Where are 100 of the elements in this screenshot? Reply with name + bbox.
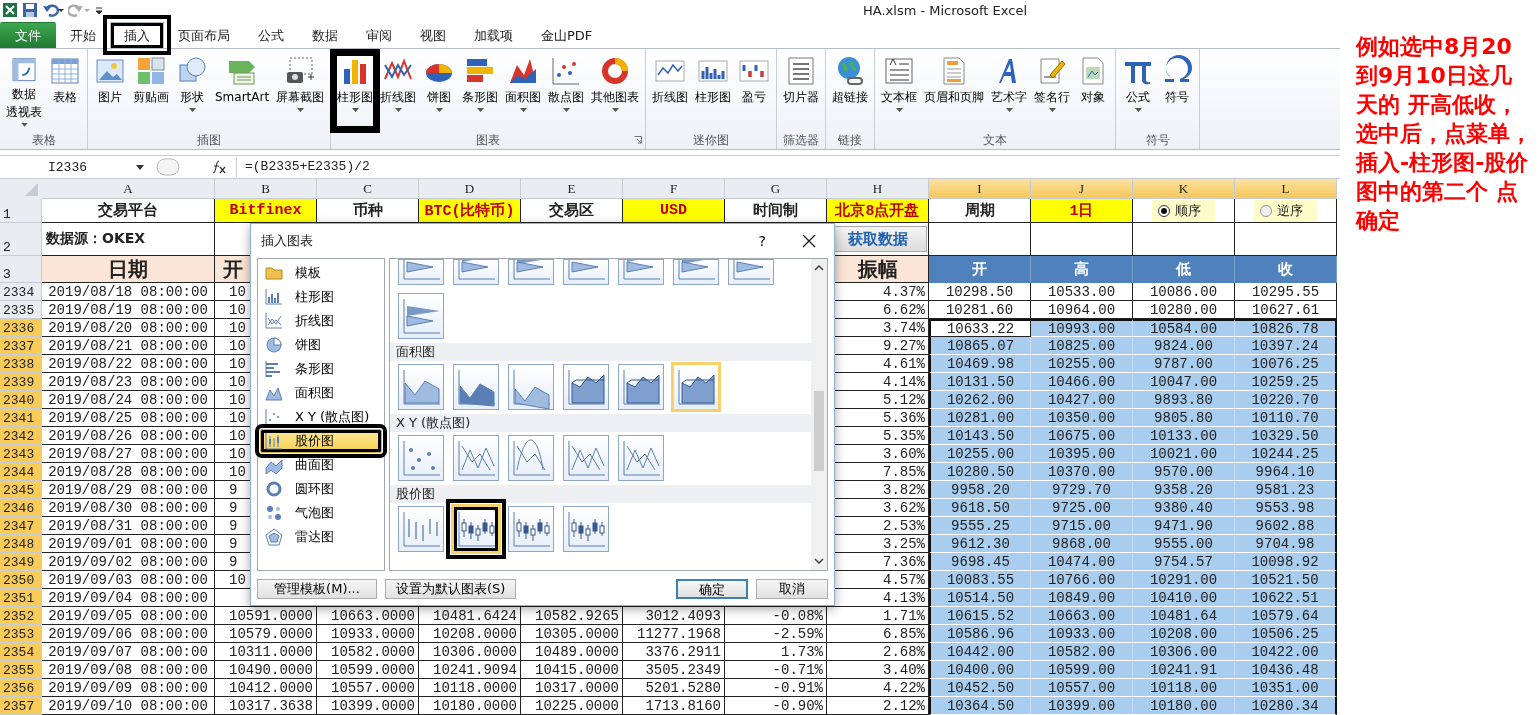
- dialog-launcher-icon[interactable]: [634, 136, 643, 144]
- chart-type-thumbnail[interactable]: [508, 506, 554, 552]
- ribbon-tab[interactable]: 加载项: [460, 22, 527, 48]
- ok-button[interactable]: 确定: [676, 579, 748, 599]
- row-header[interactable]: 2355: [0, 661, 42, 679]
- save-icon[interactable]: [22, 2, 38, 18]
- scroll-down-icon[interactable]: [814, 558, 824, 564]
- column-header[interactable]: G: [725, 179, 827, 199]
- ribbon-button[interactable]: 文本框: [878, 53, 921, 129]
- ribbon-tab[interactable]: 开始: [56, 22, 110, 48]
- row-header[interactable]: 1: [0, 199, 42, 223]
- row-header[interactable]: 2356: [0, 679, 42, 697]
- ribbon-button[interactable]: 柱形图: [692, 53, 735, 129]
- radio-button[interactable]: 顺序: [1152, 199, 1215, 222]
- cancel-button[interactable]: 取消: [756, 579, 828, 599]
- row-header[interactable]: 2349: [0, 553, 42, 571]
- chart-type-thumbnail[interactable]: [563, 259, 609, 285]
- column-header[interactable]: B: [215, 179, 317, 199]
- row-header[interactable]: 2357: [0, 697, 42, 715]
- ribbon-button[interactable]: 公式: [1119, 53, 1158, 129]
- ribbon-button[interactable]: 其他图表: [588, 53, 643, 129]
- row-header[interactable]: 2339: [0, 373, 42, 391]
- row-header[interactable]: 2337: [0, 337, 42, 355]
- ribbon-button[interactable]: 页眉和页脚: [921, 53, 988, 129]
- name-box[interactable]: I2336: [0, 159, 150, 175]
- ribbon-button[interactable]: 表格: [46, 53, 84, 129]
- ribbon-tab[interactable]: 金山PDF: [527, 22, 607, 48]
- ribbon-button[interactable]: 条形图: [459, 53, 502, 129]
- chart-type-thumbnail[interactable]: [453, 364, 499, 410]
- ribbon-button[interactable]: 屏幕截图: [273, 53, 328, 129]
- row-header[interactable]: 2334: [0, 283, 42, 301]
- row-header[interactable]: 2341: [0, 409, 42, 427]
- resize-handle-icon[interactable]: [156, 158, 180, 176]
- chart-type-thumbnail[interactable]: [398, 293, 444, 339]
- column-header[interactable]: H: [827, 179, 929, 199]
- ribbon-button[interactable]: SmartArt: [212, 53, 273, 129]
- column-header[interactable]: D: [419, 179, 521, 199]
- insert-function-icon[interactable]: [210, 160, 226, 174]
- row-header[interactable]: 2354: [0, 643, 42, 661]
- row-header[interactable]: 2352: [0, 607, 42, 625]
- column-header[interactable]: F: [623, 179, 725, 199]
- column-header[interactable]: A: [42, 179, 215, 199]
- ribbon-tab[interactable]: 数据: [298, 22, 352, 48]
- ribbon-tab[interactable]: 页面布局: [164, 22, 244, 48]
- scrollbar-thumb[interactable]: [814, 391, 824, 471]
- ribbon-button[interactable]: 面积图: [502, 53, 545, 129]
- chart-type-thumbnail[interactable]: [618, 259, 664, 285]
- chart-type-thumbnail[interactable]: [563, 435, 609, 481]
- scroll-up-icon[interactable]: [814, 265, 824, 271]
- row-header[interactable]: 3: [0, 256, 42, 283]
- row-header[interactable]: 2348: [0, 535, 42, 553]
- row-header[interactable]: 2: [0, 223, 42, 256]
- ribbon-button[interactable]: 图片: [91, 53, 129, 129]
- row-header[interactable]: 2345: [0, 481, 42, 499]
- ribbon-button[interactable]: 对象: [1074, 53, 1113, 129]
- row-header[interactable]: 2347: [0, 517, 42, 535]
- chart-type-thumbnail[interactable]: [398, 506, 444, 552]
- chart-type-thumbnail[interactable]: [563, 364, 609, 410]
- close-icon[interactable]: [802, 234, 816, 248]
- row-header[interactable]: 2353: [0, 625, 42, 643]
- radio-button[interactable]: 逆序: [1254, 199, 1317, 222]
- column-header[interactable]: J: [1031, 179, 1133, 199]
- column-header[interactable]: C: [317, 179, 419, 199]
- row-header[interactable]: 2342: [0, 427, 42, 445]
- dialog-button[interactable]: 管理模板(M)...: [257, 579, 377, 599]
- chart-type-thumbnail[interactable]: [398, 435, 444, 481]
- chart-type-thumbnail[interactable]: [728, 259, 774, 285]
- help-button[interactable]: ?: [752, 232, 772, 250]
- chart-type-thumbnail[interactable]: [508, 364, 554, 410]
- ribbon-button[interactable]: 剪贴画: [130, 53, 172, 129]
- chart-type-thumbnail[interactable]: [453, 435, 499, 481]
- scrollbar[interactable]: [811, 259, 827, 570]
- chart-type-thumbnail[interactable]: [398, 259, 444, 285]
- ribbon-tab[interactable]: 视图: [406, 22, 460, 48]
- chart-type-thumbnail[interactable]: [398, 364, 444, 410]
- row-header[interactable]: 2346: [0, 499, 42, 517]
- ribbon-button[interactable]: 签名行: [1031, 53, 1074, 129]
- row-header[interactable]: 2340: [0, 391, 42, 409]
- chart-type-thumbnail[interactable]: [508, 259, 554, 285]
- chart-type-thumbnail[interactable]: [563, 506, 609, 552]
- chart-type-thumbnail[interactable]: [618, 435, 664, 481]
- file-menu-tab[interactable]: 文件: [0, 22, 56, 48]
- ribbon-tab[interactable]: 公式: [244, 22, 298, 48]
- chart-type-thumbnail[interactable]: [671, 362, 721, 412]
- row-header[interactable]: 2343: [0, 445, 42, 463]
- ribbon-button[interactable]: 盈亏: [735, 53, 774, 129]
- ribbon-button[interactable]: 超链接: [829, 53, 872, 129]
- row-header[interactable]: 2336: [0, 319, 42, 337]
- row-header[interactable]: 2335: [0, 301, 42, 319]
- formula-field[interactable]: =(B2335+E2335)/2: [236, 157, 1340, 177]
- radio-circle-icon[interactable]: [1260, 204, 1272, 217]
- row-header[interactable]: 2344: [0, 463, 42, 481]
- undo-icon[interactable]: [42, 2, 64, 18]
- dialog-button[interactable]: 设置为默认图表(S): [385, 579, 517, 599]
- ribbon-button[interactable]: 符号: [1158, 53, 1197, 129]
- ribbon-button[interactable]: 折线图: [377, 53, 420, 129]
- ribbon-tab[interactable]: 审阅: [352, 22, 406, 48]
- chart-type-thumbnail[interactable]: [673, 259, 719, 285]
- ribbon-button[interactable]: 切片器: [780, 53, 823, 129]
- row-header[interactable]: 2351: [0, 589, 42, 607]
